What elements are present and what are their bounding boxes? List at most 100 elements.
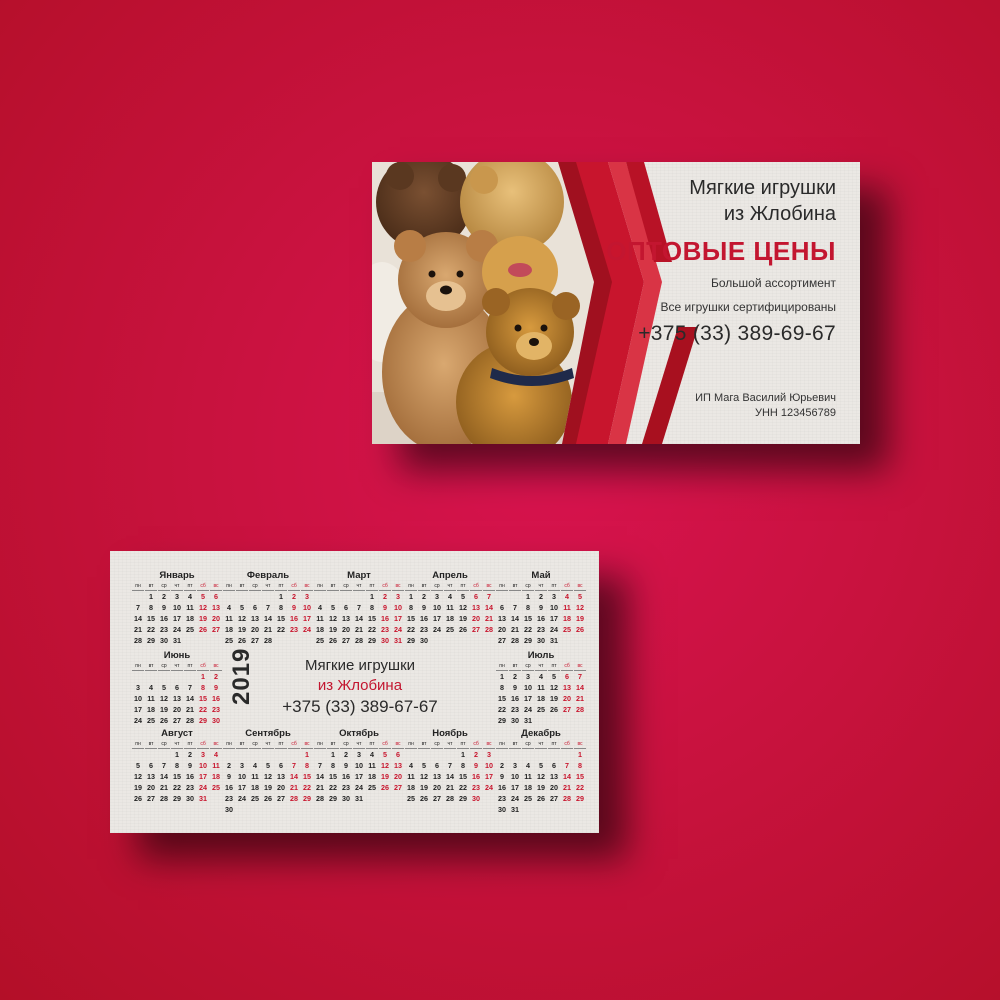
weekday-label: вт: [145, 662, 157, 671]
day-cell: 4: [188, 592, 192, 601]
day-cell: 13: [472, 603, 480, 612]
day-cell: 20: [394, 772, 402, 781]
weekday-label: ср: [340, 582, 352, 591]
day-cell: 21: [264, 625, 272, 634]
day-cell: 18: [316, 625, 324, 634]
day-cell: 28: [485, 625, 493, 634]
day-cell: 26: [238, 636, 246, 645]
day-cell: 24: [199, 783, 207, 792]
day-cell: 11: [186, 603, 194, 612]
day-cell: 14: [563, 772, 571, 781]
day-cell: 3: [435, 592, 439, 601]
day-cell: 18: [524, 783, 532, 792]
weekday-label: сб: [197, 740, 209, 749]
day-cell: 4: [318, 603, 322, 612]
day-cell: 5: [539, 761, 543, 770]
calendar-year: 2019: [228, 647, 255, 705]
day-cell: 27: [550, 794, 558, 803]
day-cell: 25: [407, 794, 415, 803]
day-cell: 13: [173, 694, 181, 703]
weekday-label: чт: [353, 740, 365, 749]
day-cell: 20: [147, 783, 155, 792]
day-cell: 27: [342, 636, 350, 645]
day-cell: 25: [251, 794, 259, 803]
weekday-label: чт: [535, 740, 547, 749]
day-cell: 29: [329, 794, 337, 803]
day-cell: 30: [472, 794, 480, 803]
weekday-label: вс: [574, 662, 586, 671]
weekday-label: пн: [223, 740, 235, 749]
month-name: Март: [347, 570, 371, 581]
empty-day-cell: [496, 749, 508, 760]
day-cell: 27: [563, 705, 571, 714]
day-cell: 18: [407, 783, 415, 792]
day-cell: 8: [578, 761, 582, 770]
day-cell: 25: [212, 783, 220, 792]
day-cell: 26: [576, 625, 584, 634]
day-cell: 13: [498, 614, 506, 623]
day-cell: 17: [394, 614, 402, 623]
day-cell: 18: [186, 614, 194, 623]
weekday-label: пн: [132, 662, 144, 671]
day-cell: 20: [342, 625, 350, 634]
weekday-label: чт: [171, 740, 183, 749]
month-grid: пн вт ср чт пт сб вс 1 2 3 4 5 6 7 8 9 10 11 12 13 14 15 16 17 1…: [132, 582, 222, 646]
day-cell: 27: [277, 794, 285, 803]
weekday-label: пт: [548, 740, 560, 749]
day-cell: 6: [279, 761, 283, 770]
day-cell: 1: [500, 672, 504, 681]
day-cell: 28: [511, 636, 519, 645]
day-cell: 10: [173, 603, 181, 612]
day-cell: 18: [212, 772, 220, 781]
day-cell: 19: [576, 614, 584, 623]
day-cell: 5: [266, 761, 270, 770]
weekday-label: пт: [275, 740, 287, 749]
calendar-month: Апрель пн вт ср чт пт сб вс 1 2 3 4 5 6 7 8 9 10 11 12 13 14 1…: [405, 569, 495, 646]
weekday-label: чт: [353, 582, 365, 591]
weekday-label: вс: [574, 740, 586, 749]
day-cell: 22: [303, 783, 311, 792]
business-card-front: Мягкие игрушки из Жлобина ОПТОВЫЕ ЦЕНЫ Б…: [372, 162, 860, 444]
day-cell: 6: [175, 683, 179, 692]
day-cell: 8: [279, 603, 283, 612]
empty-day-cell: [132, 591, 144, 602]
day-cell: 15: [459, 772, 467, 781]
day-cell: 21: [563, 783, 571, 792]
day-cell: 27: [472, 625, 480, 634]
weekday-label: сб: [561, 740, 573, 749]
day-cell: 14: [290, 772, 298, 781]
day-cell: 20: [277, 783, 285, 792]
day-cell: 16: [472, 772, 480, 781]
day-cell: 23: [186, 783, 194, 792]
day-cell: 14: [134, 614, 142, 623]
day-cell: 10: [199, 761, 207, 770]
weekday-label: вс: [210, 740, 222, 749]
weekday-label: вс: [301, 740, 313, 749]
day-cell: 3: [513, 761, 517, 770]
front-title-line1: Мягкие игрушки: [689, 177, 836, 199]
weekday-label: чт: [444, 582, 456, 591]
day-cell: 10: [303, 603, 311, 612]
day-cell: 11: [316, 614, 324, 623]
day-cell: 23: [537, 625, 545, 634]
day-cell: 12: [199, 603, 207, 612]
weekday-label: пт: [184, 662, 196, 671]
day-cell: 27: [173, 716, 181, 725]
day-cell: 12: [264, 772, 272, 781]
weekday-label: пт: [548, 662, 560, 671]
weekday-label: ср: [431, 582, 443, 591]
day-cell: 29: [199, 716, 207, 725]
day-cell: 7: [292, 761, 296, 770]
day-cell: 11: [212, 761, 220, 770]
empty-day-cell: [262, 591, 274, 602]
calendar-month: Январь пн вт ср чт пт сб вс 1 2 3 4 5 6 7 8 9 10 11 12 13 14 1…: [132, 569, 222, 646]
empty-day-cell: [145, 671, 157, 682]
weekday-label: ср: [249, 740, 261, 749]
day-cell: 30: [511, 716, 519, 725]
day-cell: 3: [240, 761, 244, 770]
day-cell: 11: [563, 603, 571, 612]
day-cell: 6: [396, 750, 400, 759]
month-name: Октябрь: [339, 728, 379, 739]
day-cell: 6: [500, 603, 504, 612]
day-cell: 2: [422, 592, 426, 601]
